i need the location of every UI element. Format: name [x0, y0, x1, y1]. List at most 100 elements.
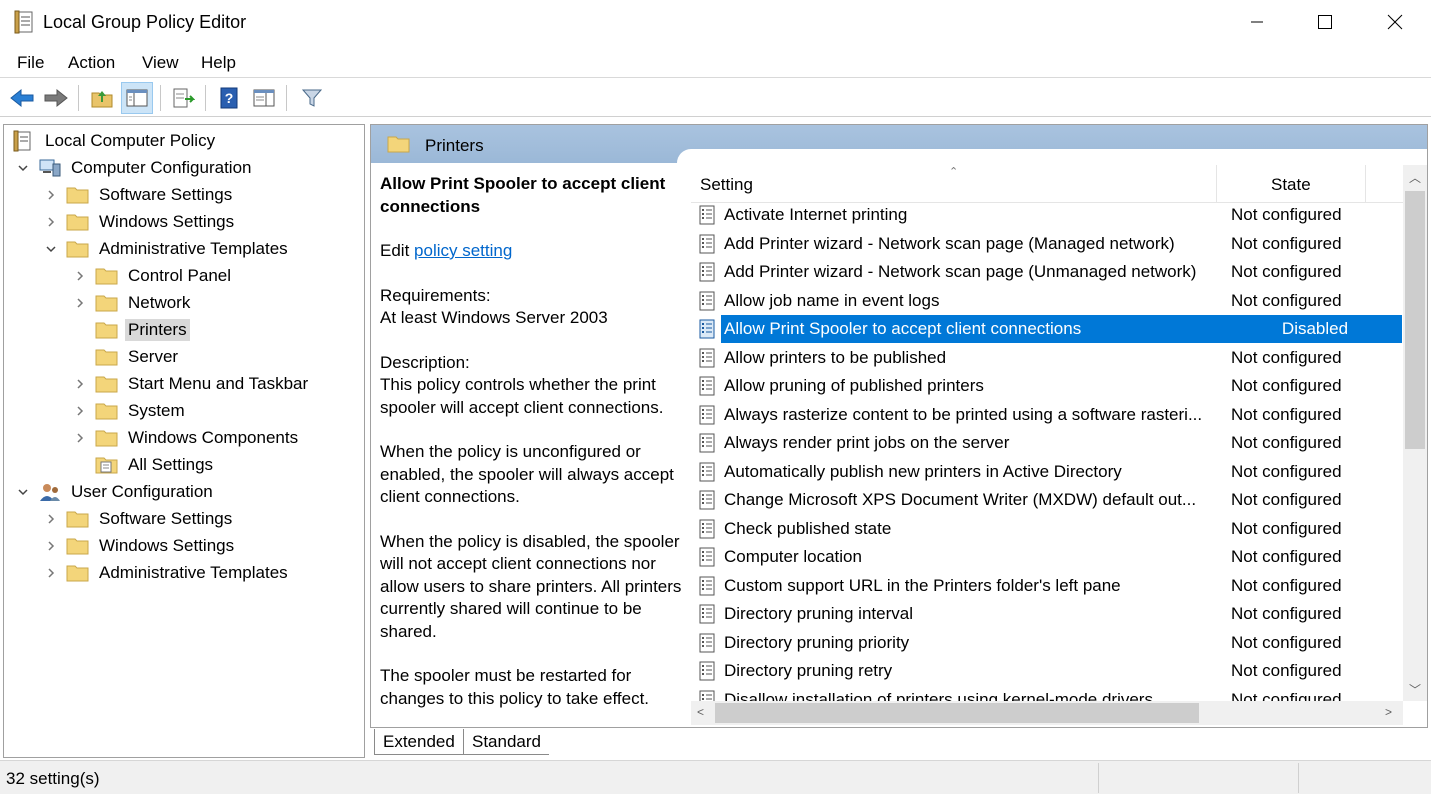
- horizontal-scroll-thumb[interactable]: [715, 703, 1199, 723]
- tree-item-label: Administrative Templates: [99, 563, 288, 582]
- policy-row[interactable]: Computer location Not configured: [691, 543, 1403, 571]
- policy-setting-icon: [697, 604, 717, 624]
- policy-row[interactable]: Directory pruning retry Not configured: [691, 657, 1403, 685]
- policy-state: Not configured: [1231, 376, 1342, 395]
- policy-row[interactable]: Directory pruning priority Not configured: [691, 629, 1403, 657]
- tree-item[interactable]: Administrative Templates: [44, 236, 291, 262]
- tab-extended[interactable]: Extended: [374, 729, 464, 755]
- tree-item[interactable]: Windows Settings: [44, 209, 237, 235]
- vertical-scroll-thumb[interactable]: [1405, 191, 1425, 449]
- up-folder-icon[interactable]: [86, 82, 118, 114]
- horizontal-scrollbar[interactable]: < >: [691, 701, 1403, 725]
- policy-setting-icon: [697, 633, 717, 653]
- tree-item-label: Windows Settings: [99, 212, 235, 231]
- policy-row[interactable]: Allow pruning of published printers Not c…: [691, 372, 1403, 400]
- policy-state: Not configured: [1231, 518, 1342, 538]
- tree-item[interactable]: System: [73, 398, 188, 424]
- tree-item[interactable]: All Settings: [73, 452, 216, 478]
- vertical-scrollbar[interactable]: ︿ ﹀: [1403, 165, 1427, 701]
- policy-row[interactable]: Allow job name in event logs Not configur…: [691, 287, 1403, 315]
- tree-item[interactable]: Server: [73, 344, 181, 370]
- tree-item[interactable]: Software Settings: [44, 506, 235, 532]
- policy-name: Allow job name in event logs: [724, 290, 940, 310]
- tree-item[interactable]: Control Panel: [73, 263, 234, 289]
- tree-item[interactable]: Software Settings: [44, 182, 235, 208]
- tree-item[interactable]: Network: [73, 290, 193, 316]
- chevron-right-icon[interactable]: [73, 404, 87, 418]
- tree-item[interactable]: Windows Components: [73, 425, 301, 451]
- tree-item-label: Control Panel: [128, 266, 232, 285]
- chevron-right-icon[interactable]: [44, 188, 58, 202]
- policy-row[interactable]: Always rasterize content to be printed u…: [691, 401, 1403, 429]
- folder-icon: [95, 293, 119, 313]
- menu-action[interactable]: Action: [68, 53, 115, 73]
- chevron-down-icon[interactable]: [16, 161, 30, 175]
- tree-item[interactable]: Printers: [73, 317, 190, 343]
- tree-item[interactable]: User Configuration: [16, 479, 216, 505]
- policy-state: Not configured: [1231, 433, 1342, 452]
- tree-item-local-computer-policy[interactable]: Local Computer Policy: [12, 128, 218, 154]
- maximize-button[interactable]: [1290, 0, 1360, 44]
- window-title: Local Group Policy Editor: [43, 12, 247, 32]
- scroll-up-icon[interactable]: ︿: [1409, 169, 1421, 186]
- chevron-right-icon[interactable]: [73, 269, 87, 283]
- policy-state: Not configured: [1231, 490, 1342, 509]
- policy-name: Always render print jobs on the server: [724, 433, 1010, 452]
- show-hide-tree-icon[interactable]: [121, 82, 153, 114]
- policy-setting-icon: [697, 234, 717, 254]
- policy-row[interactable]: Allow printers to be published Not config…: [691, 344, 1403, 372]
- column-state[interactable]: State: [1271, 175, 1311, 195]
- policy-name: Always rasterize content to be printed u…: [724, 404, 1203, 424]
- tree-item[interactable]: Start Menu and Taskbar: [73, 371, 311, 397]
- no-expander: [73, 350, 87, 364]
- tree-item[interactable]: Administrative Templates: [44, 560, 291, 586]
- chevron-right-icon[interactable]: [44, 512, 58, 526]
- scroll-left-icon[interactable]: <: [697, 705, 704, 719]
- menu-view[interactable]: View: [142, 53, 179, 73]
- chevron-down-icon[interactable]: [16, 485, 30, 499]
- back-icon[interactable]: [6, 82, 38, 114]
- chevron-right-icon[interactable]: [44, 566, 58, 580]
- scroll-down-icon[interactable]: ﹀: [1409, 681, 1421, 698]
- policy-setting-icon: [697, 519, 717, 539]
- scroll-right-icon[interactable]: >: [1385, 705, 1392, 719]
- tree-item[interactable]: Windows Settings: [44, 533, 237, 559]
- folder-icon: [95, 374, 119, 394]
- policy-setting-icon: [697, 348, 717, 368]
- chevron-right-icon[interactable]: [44, 215, 58, 229]
- policy-row[interactable]: Add Printer wizard - Network scan page (…: [691, 258, 1403, 286]
- help-icon[interactable]: ?: [213, 82, 245, 114]
- folder-icon: [66, 536, 90, 556]
- chevron-right-icon[interactable]: [73, 296, 87, 310]
- policy-row[interactable]: Add Printer wizard - Network scan page (…: [691, 230, 1403, 258]
- folder-icon: [95, 401, 119, 421]
- policy-row[interactable]: Directory pruning interval Not configured: [691, 600, 1403, 628]
- policy-row[interactable]: Change Microsoft XPS Document Writer (MX…: [691, 486, 1403, 514]
- policy-row[interactable]: Check published state Not configured: [691, 515, 1403, 543]
- menu-file[interactable]: File: [17, 53, 44, 73]
- filter-icon[interactable]: [296, 82, 328, 114]
- close-button[interactable]: [1360, 0, 1430, 44]
- chevron-right-icon[interactable]: [73, 431, 87, 445]
- properties-icon[interactable]: [248, 82, 280, 114]
- minimize-button[interactable]: [1222, 0, 1292, 44]
- policy-row[interactable]: Allow Print Spooler to accept client con…: [691, 315, 1403, 343]
- policy-name: Add Printer wizard - Network scan page (…: [724, 262, 1197, 281]
- policy-row[interactable]: Activate Internet printing Not configured: [691, 201, 1403, 229]
- policy-state: Not configured: [1231, 233, 1342, 253]
- policy-setting-link[interactable]: policy setting: [414, 241, 512, 260]
- policy-row[interactable]: Automatically publish new printers in Ac…: [691, 458, 1403, 486]
- chevron-down-icon[interactable]: [44, 242, 58, 256]
- chevron-right-icon[interactable]: [44, 539, 58, 553]
- column-setting[interactable]: Setting: [700, 175, 753, 195]
- export-list-icon[interactable]: [167, 82, 199, 114]
- menu-help[interactable]: Help: [201, 53, 236, 73]
- forward-icon[interactable]: [40, 82, 72, 114]
- policy-row[interactable]: Custom support URL in the Printers folde…: [691, 572, 1403, 600]
- tree-item[interactable]: Computer Configuration: [16, 155, 254, 181]
- chevron-right-icon[interactable]: [73, 377, 87, 391]
- tab-standard[interactable]: Standard: [464, 729, 549, 755]
- console-tree: Local Computer Policy Computer Configurat…: [3, 124, 365, 758]
- tree-item-label: Local Computer Policy: [45, 131, 216, 150]
- policy-row[interactable]: Always render print jobs on the server No…: [691, 429, 1403, 457]
